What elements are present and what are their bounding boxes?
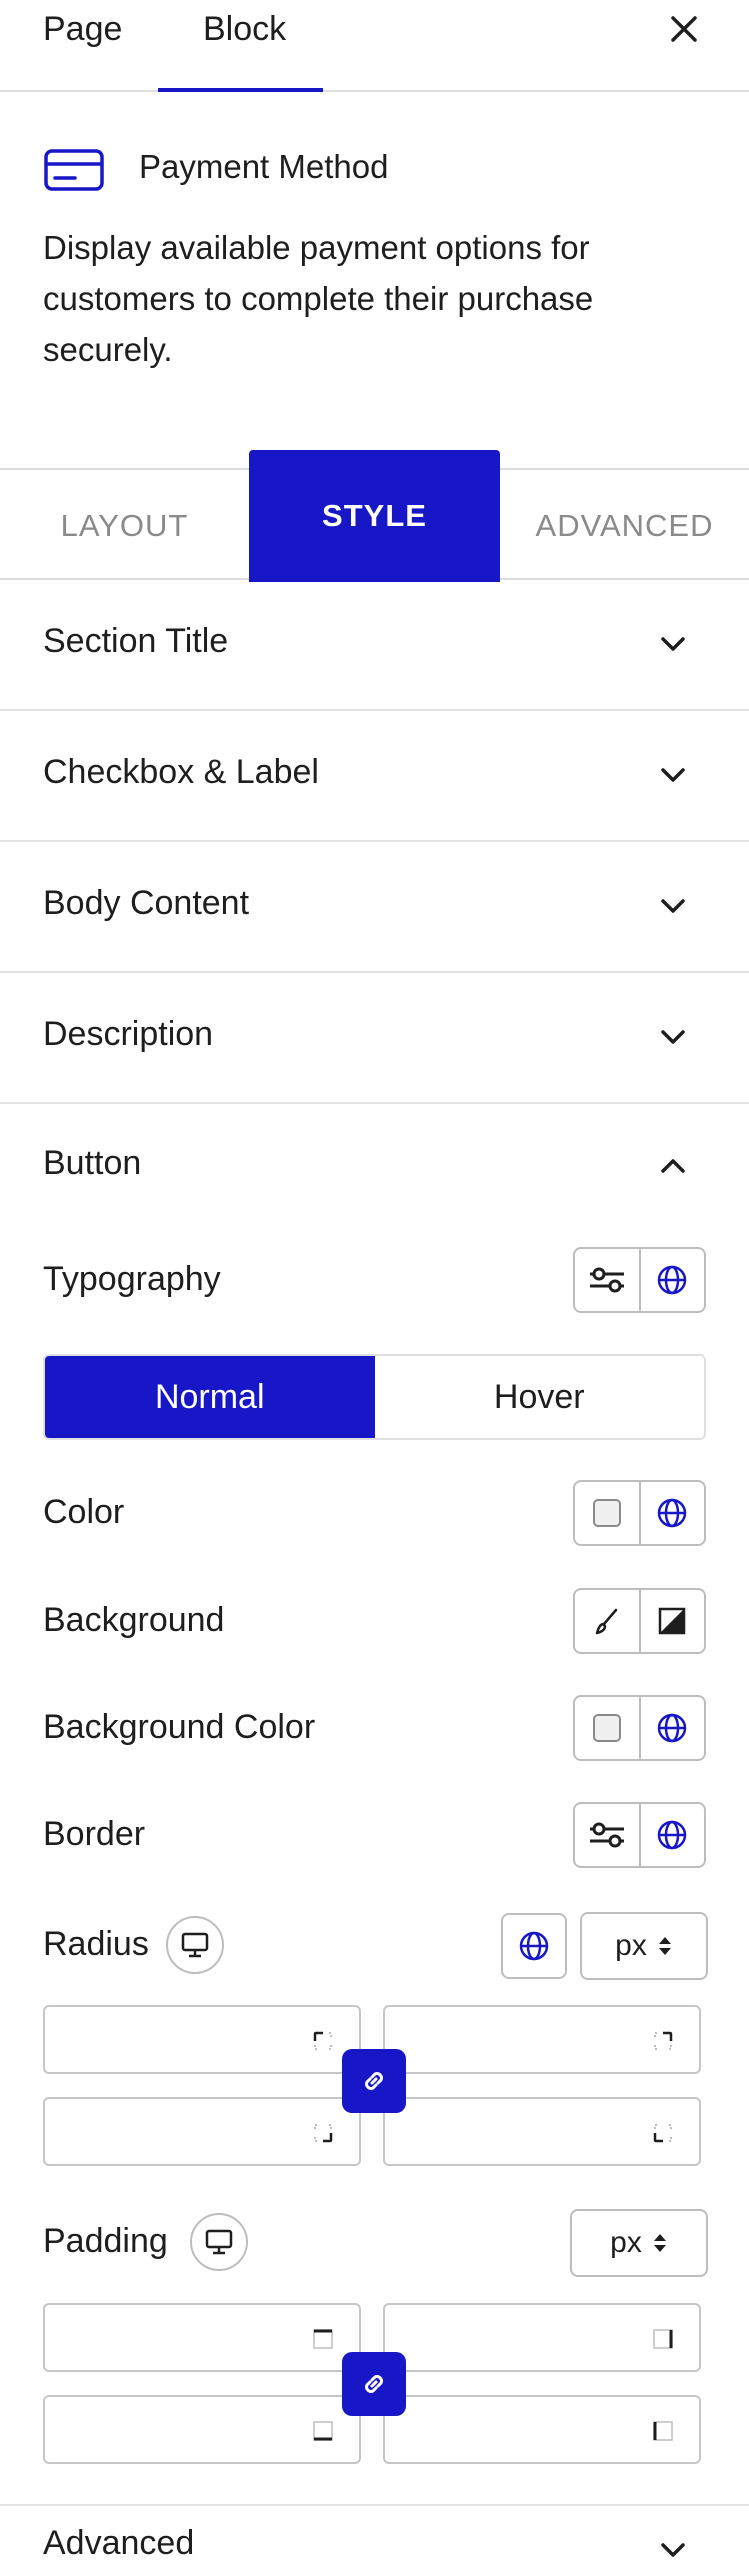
- background-label: Background: [43, 1601, 225, 1639]
- chevron-up-icon: [661, 1159, 685, 1173]
- globe-icon: [658, 1820, 687, 1850]
- typography-global-button[interactable]: [641, 1249, 705, 1311]
- radius-device-button[interactable]: [166, 1916, 224, 1974]
- padding-unit-value: px: [610, 2226, 642, 2259]
- accordion-label: Advanced: [43, 2524, 195, 2560]
- desktop-icon: [205, 2229, 233, 2255]
- globe-icon: [519, 1931, 549, 1961]
- state-normal-button[interactable]: Normal: [45, 1356, 375, 1438]
- globe-icon: [658, 1265, 687, 1295]
- tab-block[interactable]: Block: [203, 10, 286, 49]
- radius-top-right-input[interactable]: [383, 2005, 701, 2074]
- empty-swatch-icon: [592, 1714, 621, 1742]
- block-card: Payment Method Display available payment…: [0, 92, 749, 470]
- globe-icon: [658, 1713, 687, 1743]
- typography-settings-button[interactable]: [575, 1249, 641, 1311]
- corner-top-right-icon: [654, 2031, 673, 2050]
- background-color-label: Background Color: [43, 1708, 316, 1746]
- state-hover-button[interactable]: Hover: [375, 1356, 705, 1438]
- inspector-tabs: LAYOUT STYLE ADVANCED: [0, 450, 749, 582]
- link-icon: [365, 2375, 383, 2393]
- accordion-label: Description: [43, 1015, 214, 1053]
- brush-icon: [595, 1608, 617, 1635]
- chevron-down-icon: [661, 768, 685, 782]
- desktop-icon: [181, 1932, 209, 1958]
- color-controls: [573, 1480, 706, 1546]
- accordion-label: Body Content: [43, 884, 250, 922]
- padding-top-input[interactable]: [43, 2303, 361, 2372]
- globe-icon: [658, 1498, 687, 1528]
- side-right-icon: [653, 2329, 673, 2349]
- corner-bottom-left-icon: [653, 2124, 672, 2143]
- accordion-button[interactable]: Button: [0, 1102, 749, 1233]
- radius-label: Radius: [43, 1925, 149, 1963]
- padding-right-input[interactable]: [383, 2303, 701, 2372]
- chevron-down-icon: [661, 899, 685, 913]
- background-gradient-button[interactable]: [641, 1590, 705, 1652]
- accordion-body-content[interactable]: Body Content: [0, 842, 749, 973]
- radius-global-button[interactable]: [501, 1913, 567, 1979]
- accordion-label: Checkbox & Label: [43, 753, 319, 791]
- border-label: Border: [43, 1815, 146, 1853]
- background-color-global-button[interactable]: [641, 1697, 705, 1759]
- accordion-advanced[interactable]: Advanced: [0, 2504, 749, 2560]
- sort-arrows-icon: [653, 2234, 666, 2252]
- side-bottom-icon: [313, 2421, 333, 2441]
- state-toggle: Normal Hover: [43, 1354, 706, 1440]
- background-color-swatch-button[interactable]: [575, 1697, 641, 1759]
- tab-page[interactable]: Page: [43, 10, 122, 49]
- radius-link-button[interactable]: [342, 2049, 406, 2113]
- close-icon: [671, 16, 697, 42]
- accordion-checkbox-label[interactable]: Checkbox & Label: [0, 711, 749, 842]
- tab-advanced[interactable]: ADVANCED: [500, 470, 749, 582]
- padding-left-input[interactable]: [383, 2395, 701, 2464]
- color-label: Color: [43, 1493, 125, 1531]
- color-swatch-button[interactable]: [575, 1482, 641, 1544]
- gradient-icon: [659, 1607, 686, 1635]
- chevron-down-icon: [661, 637, 685, 651]
- accordion-section-title[interactable]: Section Title: [0, 580, 749, 711]
- padding-bottom-input[interactable]: [43, 2395, 361, 2464]
- padding-label: Padding: [43, 2222, 168, 2260]
- background-controls: [573, 1588, 706, 1654]
- padding-device-button[interactable]: [190, 2213, 248, 2271]
- padding-link-button[interactable]: [342, 2352, 406, 2416]
- link-icon: [365, 2072, 383, 2090]
- radius-bottom-right-input[interactable]: [383, 2097, 701, 2166]
- tab-layout[interactable]: LAYOUT: [0, 470, 249, 582]
- tab-style[interactable]: STYLE: [249, 450, 500, 582]
- sort-arrows-icon: [658, 1937, 671, 1955]
- accordion-description[interactable]: Description: [0, 973, 749, 1104]
- border-controls: [573, 1802, 706, 1868]
- chevron-down-icon: [661, 2543, 685, 2557]
- typography-label: Typography: [43, 1260, 221, 1298]
- accordion-label: Button: [43, 1144, 142, 1182]
- sliders-icon: [589, 1822, 624, 1848]
- inspector-header: Page Block: [0, 0, 749, 92]
- radius-bottom-left-input[interactable]: [43, 2097, 361, 2166]
- block-title: Payment Method: [139, 148, 389, 185]
- radius-unit-value: px: [615, 1929, 647, 1962]
- radius-top-left-input[interactable]: [43, 2005, 361, 2074]
- padding-unit-select[interactable]: px: [570, 2209, 708, 2277]
- side-top-icon: [313, 2329, 333, 2349]
- radius-unit-select[interactable]: px: [580, 1912, 708, 1980]
- side-left-icon: [653, 2421, 673, 2441]
- accordion-label: Section Title: [43, 622, 229, 660]
- background-classic-button[interactable]: [575, 1590, 641, 1652]
- corner-bottom-right-icon: [314, 2124, 333, 2143]
- border-global-button[interactable]: [641, 1804, 705, 1866]
- block-description: Display available payment options for cu…: [43, 229, 594, 368]
- color-global-button[interactable]: [641, 1482, 705, 1544]
- credit-card-icon: [44, 149, 104, 191]
- typography-controls: [573, 1247, 706, 1313]
- close-button[interactable]: [660, 5, 708, 53]
- border-settings-button[interactable]: [575, 1804, 641, 1866]
- sliders-icon: [589, 1267, 624, 1293]
- empty-swatch-icon: [592, 1499, 621, 1527]
- corner-top-left-icon: [313, 2031, 332, 2050]
- chevron-down-icon: [661, 1030, 685, 1044]
- background-color-controls: [573, 1695, 706, 1761]
